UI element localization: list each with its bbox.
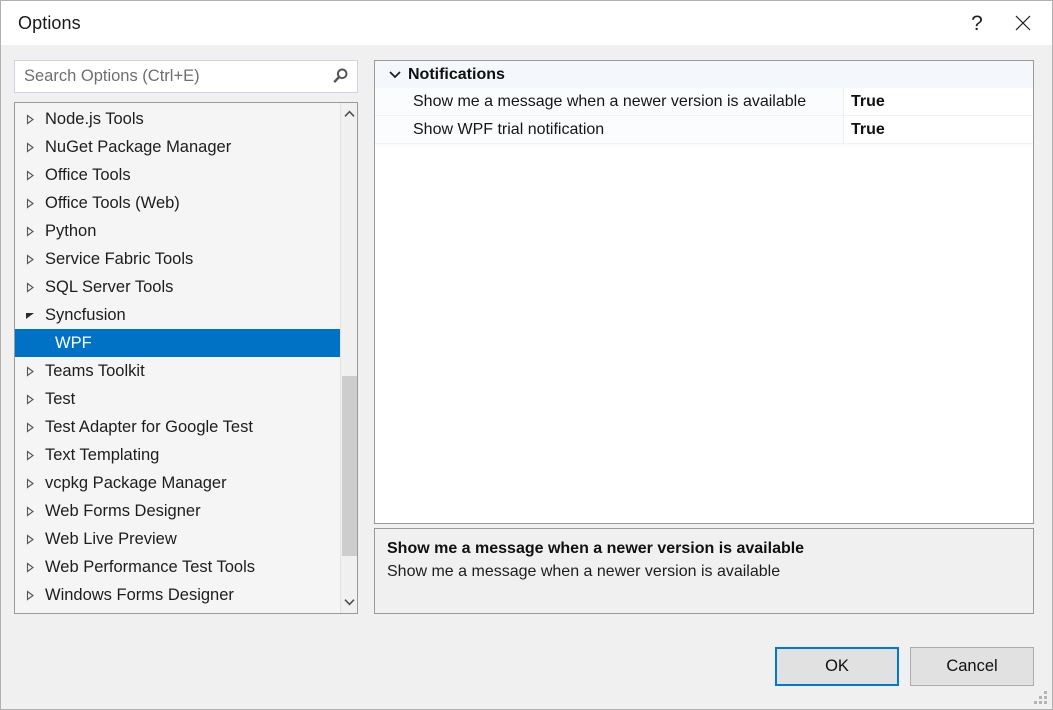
description-panel: Show me a message when a newer version i…: [374, 528, 1034, 614]
search-box[interactable]: [14, 60, 358, 93]
property-row[interactable]: Show me a message when a newer version i…: [375, 88, 1033, 116]
property-category-header[interactable]: Notifications: [375, 61, 1033, 88]
sidebar-item-label: Teams Toolkit: [43, 362, 145, 381]
sidebar-item-windows-forms-designer[interactable]: Windows Forms Designer: [15, 581, 340, 609]
property-grid-filler: [375, 144, 1033, 147]
sidebar-item-label: vcpkg Package Manager: [43, 474, 227, 493]
scrollbar-thumb[interactable]: [342, 376, 357, 556]
sidebar-item-label: Test: [43, 390, 75, 409]
triangle-right-icon[interactable]: [25, 450, 43, 461]
property-name: Show WPF trial notification: [375, 116, 843, 143]
sidebar-item-test[interactable]: Test: [15, 385, 340, 413]
sidebar-item-vcpkg-package-manager[interactable]: vcpkg Package Manager: [15, 469, 340, 497]
sidebar-item-office-tools[interactable]: Office Tools: [15, 161, 340, 189]
resize-grip-icon[interactable]: [1034, 691, 1047, 704]
tree-scrollbar[interactable]: [340, 103, 357, 613]
sidebar-item-label: Web Forms Designer: [43, 502, 201, 521]
sidebar-item-label: Office Tools (Web): [43, 194, 180, 213]
sidebar-item-label: Test Adapter for Google Test: [43, 418, 253, 437]
search-input[interactable]: [15, 60, 323, 93]
sidebar-item-python[interactable]: Python: [15, 217, 340, 245]
sidebar-item-label: Office Tools: [43, 166, 131, 185]
sidebar-item-office-tools-web[interactable]: Office Tools (Web): [15, 189, 340, 217]
chevron-up-icon: [344, 110, 355, 118]
sidebar-item-label: SQL Server Tools: [43, 278, 173, 297]
search-icon[interactable]: [323, 61, 357, 92]
property-row[interactable]: Show WPF trial notificationTrue: [375, 116, 1033, 144]
sidebar-item-label: Text Templating: [43, 446, 159, 465]
ok-button[interactable]: OK: [775, 647, 899, 686]
sidebar-item-label: Syncfusion: [43, 306, 126, 325]
sidebar-item-label: Python: [43, 222, 96, 241]
scroll-down-button[interactable]: [341, 593, 357, 611]
property-value[interactable]: True: [843, 116, 1033, 143]
property-category-label: Notifications: [405, 66, 505, 84]
property-value[interactable]: True: [843, 88, 1033, 115]
sidebar-item-label: Node.js Tools: [43, 110, 144, 129]
triangle-right-icon[interactable]: [25, 422, 43, 433]
property-name: Show me a message when a newer version i…: [375, 88, 843, 115]
sidebar-item-sql-server-tools[interactable]: SQL Server Tools: [15, 273, 340, 301]
sidebar-item-service-fabric-tools[interactable]: Service Fabric Tools: [15, 245, 340, 273]
sidebar-item-label: Service Fabric Tools: [43, 250, 193, 269]
close-button[interactable]: [1000, 1, 1046, 45]
close-icon: [1014, 14, 1032, 32]
sidebar-item-node-js-tools[interactable]: Node.js Tools: [15, 105, 340, 133]
triangle-right-icon[interactable]: [25, 198, 43, 209]
triangle-right-icon[interactable]: [25, 562, 43, 573]
sidebar-item-web-performance-test-tools[interactable]: Web Performance Test Tools: [15, 553, 340, 581]
sidebar-item-label: Web Live Preview: [43, 530, 177, 549]
scroll-up-button[interactable]: [341, 105, 357, 123]
sidebar-item-label: WPF: [53, 334, 92, 353]
sidebar-item-nuget-package-manager[interactable]: NuGet Package Manager: [15, 133, 340, 161]
triangle-right-icon[interactable]: [25, 254, 43, 265]
triangle-right-icon[interactable]: [25, 590, 43, 601]
sidebar-item-syncfusion[interactable]: Syncfusion: [15, 301, 340, 329]
property-grid[interactable]: Notifications Show me a message when a n…: [374, 60, 1034, 524]
sidebar-item-web-live-preview[interactable]: Web Live Preview: [15, 525, 340, 553]
chevron-down-icon: [344, 598, 355, 606]
options-dialog: Options ? Node.js Tools NuGet Package Man…: [0, 0, 1053, 710]
triangle-right-icon[interactable]: [25, 394, 43, 405]
help-button[interactable]: ?: [954, 1, 1000, 45]
sidebar-item-wpf[interactable]: WPF: [15, 329, 340, 357]
triangle-right-icon[interactable]: [25, 226, 43, 237]
sidebar-item-web-forms-designer[interactable]: Web Forms Designer: [15, 497, 340, 525]
triangle-right-icon[interactable]: [25, 114, 43, 125]
triangle-right-icon[interactable]: [25, 534, 43, 545]
triangle-right-icon[interactable]: [25, 366, 43, 377]
description-text: Show me a message when a newer version i…: [387, 560, 1021, 584]
options-tree-panel: Node.js Tools NuGet Package Manager Office…: [14, 102, 358, 614]
sidebar-item-label: NuGet Package Manager: [43, 138, 231, 157]
question-mark-icon: ?: [971, 13, 983, 34]
triangle-right-icon[interactable]: [25, 478, 43, 489]
sidebar-item-teams-toolkit[interactable]: Teams Toolkit: [15, 357, 340, 385]
triangle-right-icon[interactable]: [25, 142, 43, 153]
sidebar-item-text-templating[interactable]: Text Templating: [15, 441, 340, 469]
triangle-right-icon[interactable]: [25, 506, 43, 517]
description-title: Show me a message when a newer version i…: [387, 538, 1021, 560]
triangle-right-icon[interactable]: [25, 170, 43, 181]
cancel-button[interactable]: Cancel: [910, 647, 1034, 686]
sidebar-item-label: Windows Forms Designer: [43, 586, 234, 605]
options-tree[interactable]: Node.js Tools NuGet Package Manager Office…: [15, 103, 340, 613]
sidebar-item-label: Web Performance Test Tools: [43, 558, 255, 577]
triangle-down-icon[interactable]: [25, 310, 43, 321]
title-bar: Options ?: [1, 1, 1052, 45]
chevron-down-icon[interactable]: [385, 70, 405, 79]
sidebar-item-test-adapter-for-google-test[interactable]: Test Adapter for Google Test: [15, 413, 340, 441]
property-rows: Show me a message when a newer version i…: [375, 88, 1033, 144]
triangle-right-icon[interactable]: [25, 282, 43, 293]
page-title: Options: [18, 13, 81, 34]
